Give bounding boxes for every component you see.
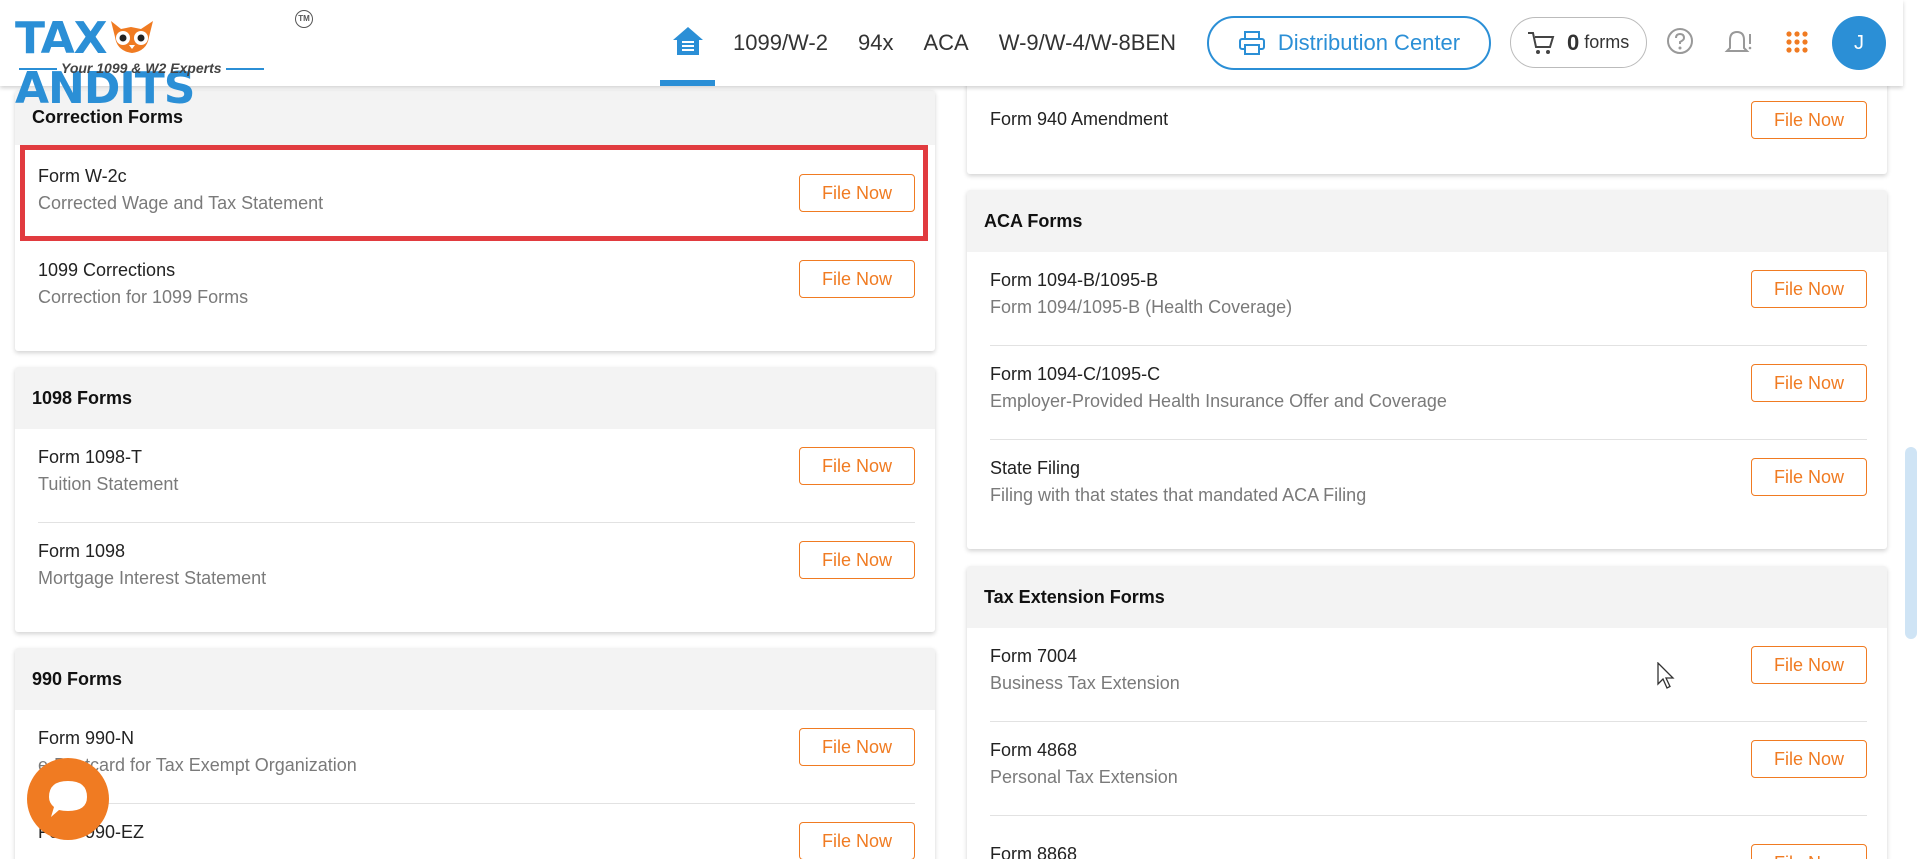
cart-count: 0 — [1567, 29, 1580, 55]
form-row-1098t: Form 1098-T Tuition Statement File Now — [15, 429, 935, 523]
form-row-1099-corrections: 1099 Corrections Correction for 1099 For… — [15, 239, 935, 333]
file-now-button[interactable]: File Now — [1751, 740, 1867, 778]
chat-bubble-icon — [49, 781, 87, 817]
file-now-button[interactable]: File Now — [1751, 458, 1867, 496]
form-description: Form 1094/1095-B (Health Coverage) — [990, 297, 1293, 317]
form-title: Form 1094-C/1095-C — [990, 364, 1161, 384]
user-avatar[interactable]: J — [1832, 16, 1886, 70]
form-row-1094b: Form 1094-B/1095-B Form 1094/1095-B (Hea… — [967, 252, 1887, 346]
form-description: Mortgage Interest Statement — [38, 568, 267, 588]
cart-button[interactable]: 0 forms — [1510, 17, 1647, 68]
home-icon — [671, 25, 705, 62]
form-title: 1099 Corrections — [38, 260, 176, 280]
taxbandits-logo[interactable]: TAXANDITS TM Your 1099 & W2 Experts — [15, 10, 315, 114]
logo-tagline: Your 1099 & W2 Experts — [15, 60, 268, 76]
form-row-1094c: Form 1094-C/1095-C Employer-Provided Hea… — [967, 346, 1887, 440]
nav-94x[interactable]: 94x — [858, 30, 893, 56]
form-row-940-amendment: Form 940 Amendment File Now — [967, 80, 1887, 174]
bell-icon[interactable] — [1722, 26, 1754, 63]
form-description: Correction for 1099 Forms — [38, 287, 249, 307]
nav-w9-w4-w8ben[interactable]: W-9/W-4/W-8BEN — [999, 30, 1176, 56]
form-row-990ez: Form 990-EZ File Now — [15, 804, 935, 859]
mouse-cursor-icon — [1657, 661, 1677, 695]
help-icon[interactable] — [1665, 26, 1695, 61]
top-header: TAXANDITS TM Your 1099 & W2 Experts 1099… — [0, 0, 1903, 114]
aca-forms-card: ACA Forms Form 1094-B/1095-B Form 1094/1… — [967, 190, 1887, 549]
distribution-center-button[interactable]: Distribution Center — [1207, 16, 1491, 70]
file-now-button[interactable]: File Now — [799, 260, 915, 298]
form-row-7004: Form 7004 Business Tax Extension File No… — [967, 628, 1887, 722]
form-row-990n: Form 990-N e-Postcard for Tax Exempt Org… — [15, 710, 935, 804]
form-description: Tuition Statement — [38, 474, 179, 494]
form-title: Form 1094-B/1095-B — [990, 270, 1159, 290]
file-now-button[interactable]: File Now — [799, 447, 915, 485]
form-title: Form 1098 — [38, 541, 126, 561]
file-now-button[interactable]: File Now — [799, 728, 915, 766]
form-title: State Filing — [990, 458, 1081, 478]
file-now-button[interactable]: File Now — [1751, 844, 1867, 859]
form-description: Personal Tax Extension — [990, 767, 1178, 787]
form-row-8868: Form 8868 File Now — [967, 816, 1887, 859]
apps-grid-icon[interactable] — [1785, 30, 1809, 59]
file-now-button[interactable]: File Now — [1751, 646, 1867, 684]
file-now-button[interactable]: File Now — [799, 822, 915, 859]
trademark-mark: TM — [295, 10, 313, 28]
file-now-button[interactable]: File Now — [1751, 364, 1867, 402]
card-title: ACA Forms — [967, 190, 1887, 252]
chat-widget-button[interactable] — [27, 758, 109, 840]
nav-home[interactable] — [660, 0, 715, 86]
1098-forms-card: 1098 Forms Form 1098-T Tuition Statement… — [15, 367, 935, 632]
tagline-text: Your 1099 & W2 Experts — [61, 60, 222, 76]
card-title: 1098 Forms — [15, 367, 935, 429]
owl-icon — [107, 17, 157, 57]
form-row-4868: Form 4868 Personal Tax Extension File No… — [967, 722, 1887, 816]
card-title: Tax Extension Forms — [967, 566, 1887, 628]
file-now-button[interactable]: File Now — [1751, 270, 1867, 308]
form-description: Employer-Provided Health Insurance Offer… — [990, 391, 1447, 411]
main-nav: 1099/W-2 94x ACA W-9/W-4/W-8BEN — [660, 0, 1188, 86]
page-scrollbar[interactable] — [1905, 447, 1917, 639]
form-title: Form 8868 — [990, 844, 1078, 859]
form-title: Form 1098-T — [38, 447, 143, 467]
form-title: Form 4868 — [990, 740, 1078, 760]
distribution-center-label: Distribution Center — [1277, 30, 1461, 55]
form-description: Business Tax Extension — [990, 673, 1180, 693]
form-title: Form 990-N — [38, 728, 135, 748]
form-row-1098: Form 1098 Mortgage Interest Statement Fi… — [15, 523, 935, 617]
cart-label: forms — [1584, 32, 1630, 52]
tax-extension-forms-card: Tax Extension Forms Form 7004 Business T… — [967, 566, 1887, 859]
printer-icon — [1238, 31, 1265, 55]
form-description: Filing with that states that mandated AC… — [990, 485, 1367, 505]
940-forms-card: Form 940 Amendment File Now — [967, 80, 1887, 174]
file-now-button[interactable]: File Now — [1751, 101, 1867, 139]
form-title: Form 7004 — [990, 646, 1078, 666]
cart-icon — [1528, 31, 1555, 54]
logo-text-left: TAX — [15, 13, 108, 64]
nav-aca[interactable]: ACA — [923, 30, 968, 56]
nav-1099-w2[interactable]: 1099/W-2 — [733, 30, 828, 56]
990-forms-card: 990 Forms Form 990-N e-Postcard for Tax … — [15, 648, 935, 859]
file-now-button[interactable]: File Now — [799, 541, 915, 579]
selection-highlight — [20, 145, 928, 241]
form-title: Form 940 Amendment — [990, 109, 1169, 129]
form-row-state-filing: State Filing Filing with that states tha… — [967, 440, 1887, 534]
card-title: 990 Forms — [15, 648, 935, 710]
